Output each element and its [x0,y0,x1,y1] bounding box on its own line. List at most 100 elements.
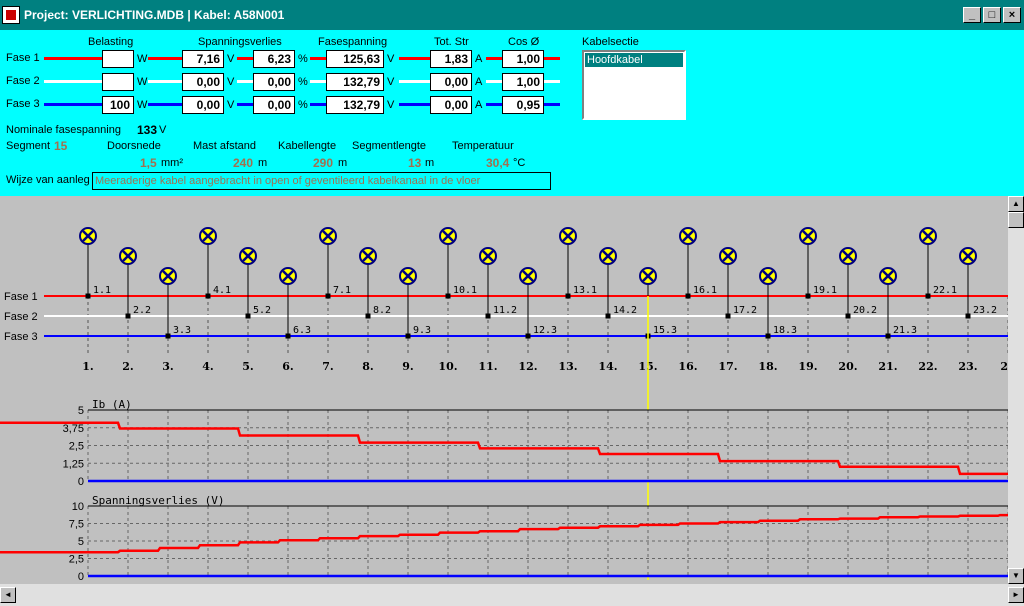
lamp-connection [805,293,811,299]
cable-diagram: 1. 2. 3. 4. 5. 6. 7. 8. 9. 10. 11. 12. 13. 14. 15. 16. 1… [0,227,1008,580]
app-icon[interactable] [2,6,20,24]
spanningsverlies-pct-field[interactable]: 0,00 [253,73,295,91]
phase-1-line [486,57,502,60]
lamp-label: 23.2 [973,305,997,316]
scroll-left-button[interactable]: ◄ [0,587,16,603]
kabellengte-label: Kabellengte [278,140,337,152]
phase-3-line [237,103,253,106]
phase-label: Fase 1 [6,52,40,64]
belasting-field[interactable] [102,50,134,68]
kabelsectie-listbox[interactable]: Hoofdkabel [582,50,686,120]
segment-label: 24 [1000,360,1008,373]
lamp-connection [925,293,931,299]
lamp-connection [885,333,891,339]
phase-label: Fase 3 [4,331,38,343]
phase-3-line [148,103,182,106]
segment-label: 12. [518,360,537,373]
unit-v: V [387,99,395,111]
horizontal-scrollbar[interactable]: ◄ ► [0,584,1024,606]
unit-w: W [137,53,148,65]
scroll-down-button[interactable]: ▼ [1008,568,1024,584]
y-tick-label: 0 [78,571,84,580]
aanleg-field[interactable]: Meeraderige kabel aangebracht in open of… [92,172,551,190]
scroll-thumb[interactable] [1008,212,1024,228]
nominal-value: 133 [137,123,158,137]
phase-label: Fase 2 [4,311,38,323]
lamp-label: 21.3 [893,325,917,336]
lamp-connection [525,333,531,339]
lamp-label: 5.2 [253,305,271,316]
phase-1-line [44,57,102,60]
spanningsverlies-pct-field[interactable]: 0,00 [253,96,295,114]
phase-3-line [310,103,326,106]
lamp-label: 16.1 [693,285,717,296]
vertical-scrollbar[interactable]: ▲ ▼ [1008,196,1024,584]
totstr-field[interactable]: 0,00 [430,96,472,114]
maximize-button[interactable]: □ [983,7,1001,23]
segment-label: 21. [878,360,897,373]
y-tick-label: 3,75 [63,423,84,435]
phase-2-line [310,80,326,83]
y-tick-label: 0 [78,476,84,488]
mast-label: Mast afstand [193,140,256,152]
belasting-field[interactable] [102,73,134,91]
y-tick-label: 5 [78,405,84,417]
segment-label: 17. [718,360,737,373]
mast-unit: m [258,157,268,169]
lamp-label: 12.3 [533,325,557,336]
cable-properties-panel: Belasting Spanningsverlies Fasespanning … [0,30,1024,196]
fasespanning-field[interactable]: 132,79 [326,96,384,114]
lamp-connection [445,293,451,299]
segment-label: 6. [282,360,293,373]
lamp-connection [125,313,131,319]
nominal-unit: V [159,124,167,136]
totstr-field[interactable]: 0,00 [430,73,472,91]
cos-field[interactable]: 1,00 [502,73,544,91]
totstr-field[interactable]: 1,83 [430,50,472,68]
close-button[interactable]: × [1003,7,1021,23]
spanningsverlies-pct-field[interactable]: 6,23 [253,50,295,68]
belasting-field[interactable]: 100 [102,96,134,114]
y-tick-label: 5 [78,536,84,548]
segmentlengte-label: Segmentlengte [352,140,426,152]
cos-field[interactable]: 1,00 [502,50,544,68]
unit-a: A [475,99,483,111]
segment-label: 2. [122,360,133,373]
minimize-button[interactable]: _ [963,7,981,23]
lamp-label: 14.2 [613,305,637,316]
unit-v: V [387,76,395,88]
lamp-connection [165,333,171,339]
fasespanning-field[interactable]: 125,63 [326,50,384,68]
y-tick-label: 1,25 [63,458,84,470]
segment-label: 22. [918,360,937,373]
segment-label: 3. [162,360,173,373]
segment-label: 19. [798,360,817,373]
lamp-connection [965,313,971,319]
y-tick-label: 10 [72,501,84,513]
unit-pct: % [298,76,308,88]
spanningsverlies-v-field[interactable]: 0,00 [182,73,224,91]
phase-1-line [148,57,182,60]
lamp-connection [725,313,731,319]
fasespanning-field[interactable]: 132,79 [326,73,384,91]
lamp-label: 8.2 [373,305,391,316]
chart-title: Ib (A) [92,398,132,411]
lamp-label: 2.2 [133,305,151,316]
doorsnede-value: 1,5 [140,156,157,170]
lamp-label: 15.3 [653,325,677,336]
spanningsverlies-v-field[interactable]: 7,16 [182,50,224,68]
header-kabelsectie: Kabelsectie [582,36,639,48]
lamp-connection [485,313,491,319]
lamp-label: 1.1 [93,285,111,296]
scroll-up-button[interactable]: ▲ [1008,196,1024,212]
phase-label: Fase 2 [6,75,40,87]
lamp-connection [245,313,251,319]
header-fasespanning: Fasespanning [318,36,388,48]
segment-label: 11. [478,360,497,373]
phase-1-line [544,57,560,60]
scroll-right-button[interactable]: ► [1008,587,1024,603]
lamp-label: 9.3 [413,325,431,336]
spanningsverlies-v-field[interactable]: 0,00 [182,96,224,114]
cos-field[interactable]: 0,95 [502,96,544,114]
kabelsectie-item[interactable]: Hoofdkabel [585,53,683,67]
